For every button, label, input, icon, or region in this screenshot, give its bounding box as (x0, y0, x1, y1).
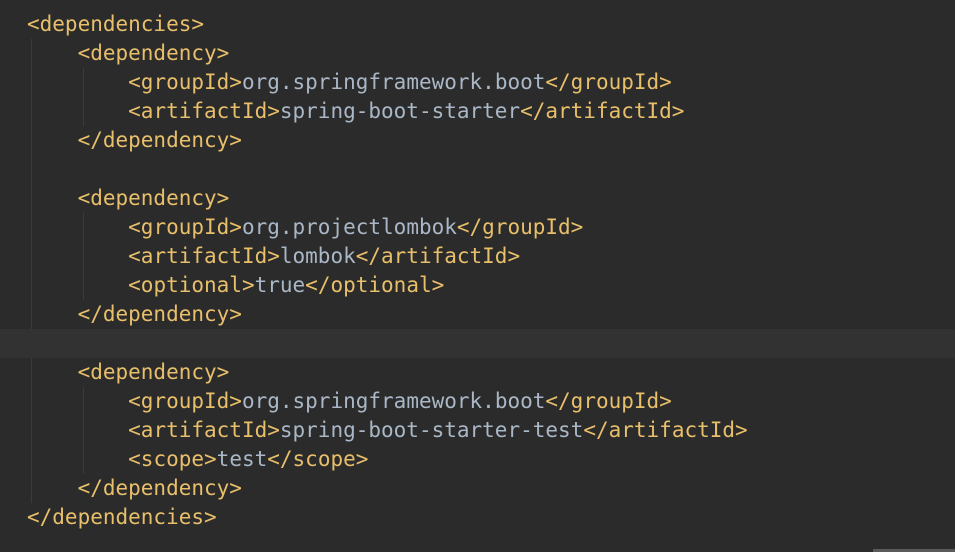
xml-tag: </scope> (267, 447, 369, 471)
code-line[interactable]: </dependency> (27, 300, 748, 329)
xml-tag: <groupId> (128, 70, 242, 94)
xml-text: lombok (279, 244, 356, 268)
xml-text: org.projectlombok (241, 215, 457, 239)
code-line[interactable]: </dependency> (27, 126, 748, 155)
code-line[interactable]: <scope>test</scope> (27, 445, 748, 474)
code-line[interactable]: <optional>true</optional> (27, 271, 748, 300)
xml-tag: </optional> (305, 273, 445, 297)
code-line[interactable]: </dependency> (27, 474, 748, 503)
xml-text: spring-boot-starter (279, 99, 521, 123)
xml-tag: <dependency> (77, 186, 230, 210)
xml-text: org.springframework.boot (241, 389, 546, 413)
code-line[interactable]: <artifactId>spring-boot-starter</artifac… (27, 97, 748, 126)
xml-tag: </groupId> (456, 215, 584, 239)
xml-tag: <groupId> (128, 389, 242, 413)
xml-text: org.springframework.boot (241, 70, 546, 94)
xml-tag: <dependency> (77, 360, 230, 384)
xml-tag: </groupId> (545, 389, 672, 413)
code-line[interactable]: <artifactId>spring-boot-starter-test</ar… (27, 416, 748, 445)
code-line[interactable]: <dependency> (27, 358, 748, 387)
xml-tag: <dependency> (77, 41, 230, 65)
xml-tag: <scope> (128, 447, 217, 471)
xml-tag: <groupId> (128, 215, 242, 239)
code-line[interactable]: <groupId>org.springframework.boot</group… (27, 68, 748, 97)
xml-tag: </dependency> (77, 476, 242, 500)
xml-tag: <artifactId> (128, 244, 280, 268)
xml-text: spring-boot-starter-test (279, 418, 584, 442)
xml-text: true (254, 273, 306, 297)
code-line[interactable]: <artifactId>lombok</artifactId> (27, 242, 748, 271)
xml-tag: <artifactId> (128, 418, 280, 442)
xml-tag: </groupId> (545, 70, 672, 94)
xml-tag: <artifactId> (128, 99, 280, 123)
xml-tag: </artifactId> (520, 99, 685, 123)
xml-tag: </artifactId> (583, 418, 748, 442)
xml-tag: </dependencies> (27, 505, 217, 529)
xml-text: test (216, 447, 268, 471)
code-line[interactable] (0, 329, 955, 358)
code-line[interactable] (27, 155, 748, 184)
code-line[interactable]: <dependency> (27, 184, 748, 213)
code-line[interactable]: <dependency> (27, 39, 748, 68)
code-editor[interactable]: <dependencies> <dependency> <groupId>org… (0, 0, 955, 552)
xml-tag: <dependencies> (27, 12, 205, 36)
code-line[interactable]: <groupId>org.projectlombok</groupId> (27, 213, 748, 242)
code-line[interactable]: </dependencies> (27, 503, 748, 532)
xml-tag: <optional> (128, 273, 255, 297)
code-line[interactable]: <groupId>org.springframework.boot</group… (27, 387, 748, 416)
xml-tag: </dependency> (77, 302, 242, 326)
xml-tag: </artifactId> (355, 244, 521, 268)
xml-tag: </dependency> (77, 128, 242, 152)
code-line[interactable]: <dependencies> (27, 10, 748, 39)
code-area[interactable]: <dependencies> <dependency> <groupId>org… (0, 10, 955, 532)
